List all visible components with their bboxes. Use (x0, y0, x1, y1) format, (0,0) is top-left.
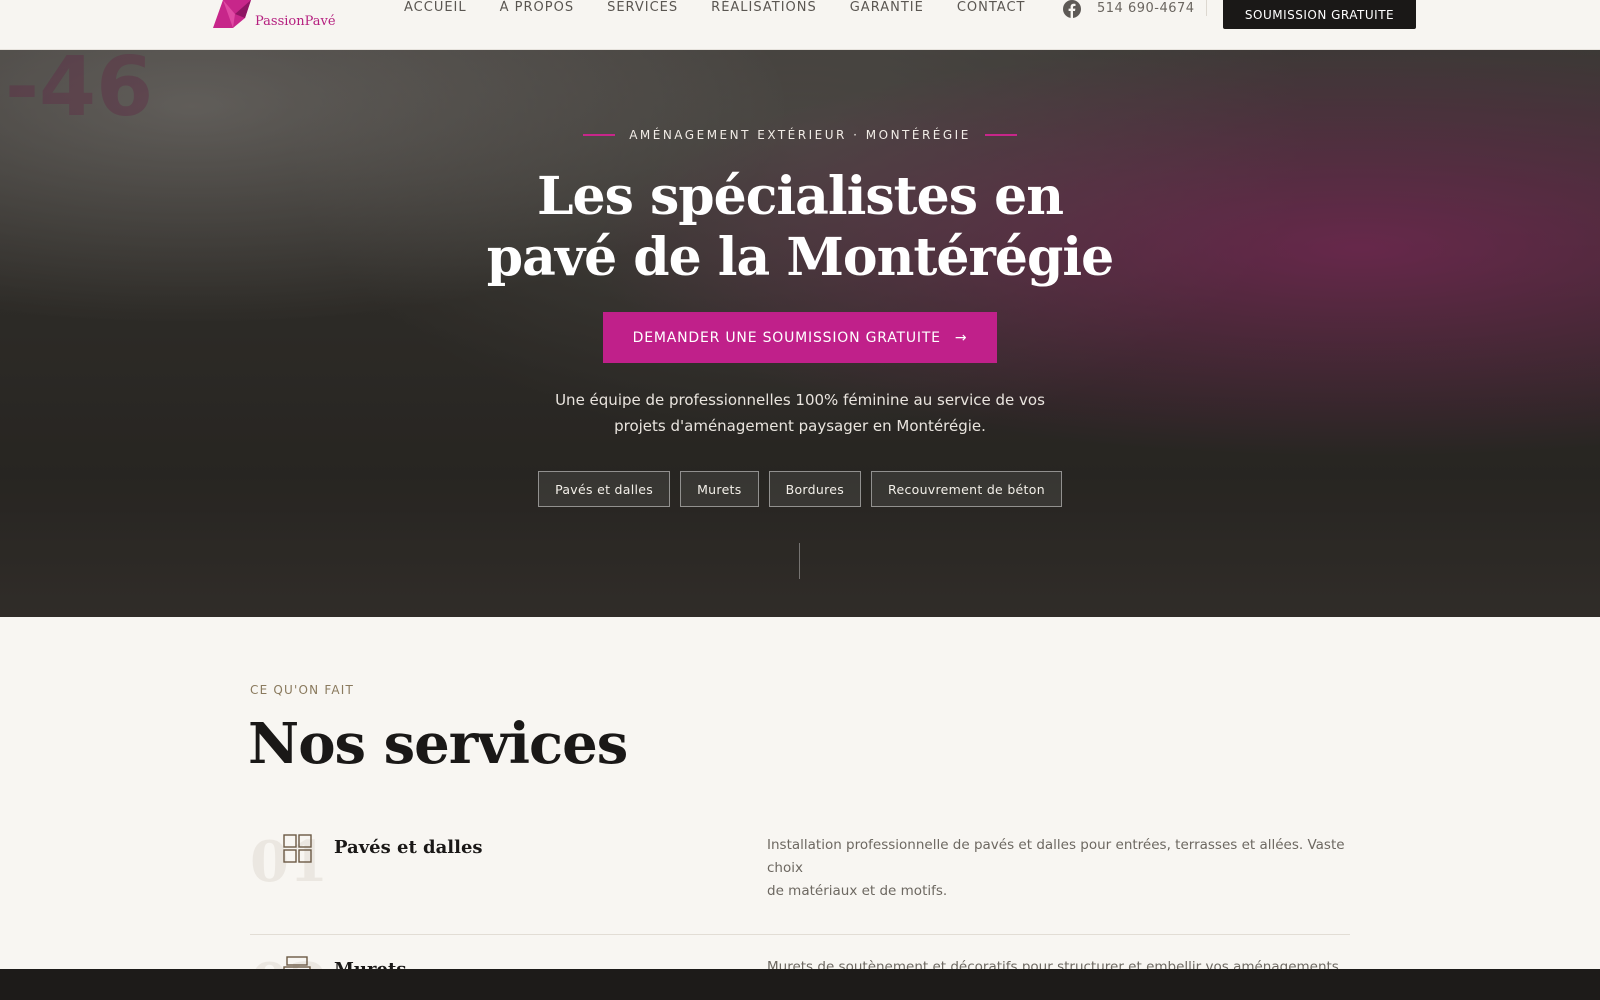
service-description-line-2: de matériaux et de motifs. (767, 883, 948, 899)
hero-eyebrow-text: AMÉNAGEMENT EXTÉRIEUR · MONTÉRÉGIE (629, 128, 971, 142)
services-section: CE QU'ON FAIT Nos services 01 Pavés et d… (0, 617, 1600, 1000)
header-quote-button[interactable]: SOUMISSION GRATUITE (1223, 0, 1416, 29)
nav-item-a-propos[interactable]: À PROPOS (500, 0, 574, 16)
bottom-bar (0, 969, 1600, 1000)
site-header: PassionPavé ACCUEIL À PROPOS SERVICES RÉ… (0, 0, 1600, 50)
hero-title-line-2: pavé de la Montérégie (486, 227, 1114, 288)
grid-icon (283, 834, 312, 863)
hero-subtitle-line-2: projets d'aménagement paysager en Montér… (614, 417, 986, 435)
hero-eyebrow: AMÉNAGEMENT EXTÉRIEUR · MONTÉRÉGIE (0, 128, 1600, 142)
main-nav: ACCUEIL À PROPOS SERVICES RÉALISATIONS G… (404, 0, 1025, 16)
scroll-indicator (799, 543, 800, 579)
hero-service-tags: Pavés et dalles Murets Bordures Recouvre… (0, 471, 1600, 507)
tag-bordures[interactable]: Bordures (768, 471, 862, 507)
hero-subtitle: Une équipe de professionnelles 100% fémi… (0, 387, 1600, 439)
hero-title: Les spécialistes en pavé de la Montérégi… (0, 166, 1600, 288)
eyebrow-line-right (984, 134, 1017, 136)
logo[interactable]: PassionPavé (205, 0, 336, 32)
nav-item-contact[interactable]: CONTACT (957, 0, 1026, 16)
facebook-icon[interactable] (1063, 0, 1081, 18)
service-description: Installation professionnelle de pavés et… (767, 834, 1347, 903)
service-name: Pavés et dalles (334, 837, 483, 858)
logo-text: PassionPavé (255, 14, 336, 29)
hero-title-line-1: Les spécialistes en (536, 166, 1064, 227)
nav-item-services[interactable]: SERVICES (607, 0, 678, 16)
tag-recouvrement-beton[interactable]: Recouvrement de béton (871, 471, 1062, 507)
nav-item-accueil[interactable]: ACCUEIL (404, 0, 467, 16)
arrow-right-icon: → (954, 329, 968, 346)
service-divider (250, 934, 1350, 935)
header-divider (1206, 0, 1207, 16)
hero-subtitle-line-1: Une équipe de professionnelles 100% fémi… (555, 391, 1045, 409)
tag-murets[interactable]: Murets (680, 471, 759, 507)
hero-section: -46 AMÉNAGEMENT EXTÉRIEUR · MONTÉRÉGIE L… (0, 50, 1600, 617)
hero-quote-button[interactable]: DEMANDER UNE SOUMISSION GRATUITE → (603, 312, 997, 363)
eyebrow-line-left (583, 134, 616, 136)
logo-diamond-icon (213, 0, 251, 28)
nav-item-realisations[interactable]: RÉALISATIONS (711, 0, 817, 16)
phone-number[interactable]: 514 690-4674 (1097, 1, 1195, 16)
tag-paves-et-dalles[interactable]: Pavés et dalles (538, 471, 671, 507)
nav-item-garantie[interactable]: GARANTIE (850, 0, 924, 16)
hero-cta-label: DEMANDER UNE SOUMISSION GRATUITE (632, 329, 941, 346)
services-eyebrow: CE QU'ON FAIT (250, 683, 355, 697)
service-description-line-1: Installation professionnelle de pavés et… (767, 837, 1345, 876)
services-title: Nos services (248, 711, 628, 777)
